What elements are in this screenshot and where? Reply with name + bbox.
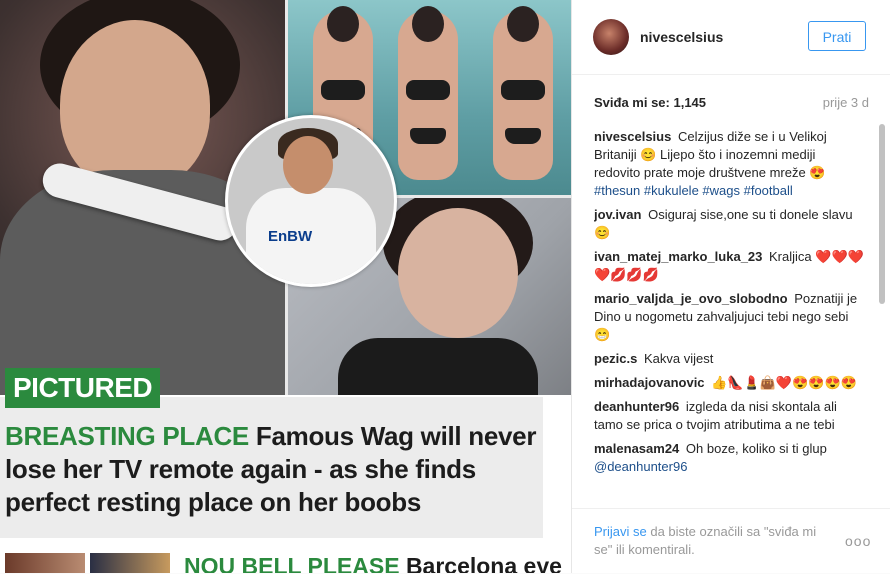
- post-footer: Prijavi se da biste označili sa "sviđa m…: [572, 508, 890, 574]
- comment: mirhadajovanovic 👍👠💄👜❤️😍😍😍😍: [594, 374, 864, 392]
- comments-list: nivescelsius Celzijus diže se i u Veliko…: [594, 128, 864, 506]
- username-link[interactable]: nivescelsius: [640, 29, 723, 45]
- comment: jov.ivan Osiguraj sise,one su ti donele …: [594, 206, 864, 242]
- comments-scrollbar[interactable]: [879, 124, 885, 304]
- article-headline: BREASTING PLACE Famous Wag will never lo…: [5, 420, 550, 519]
- post-sidebar: nivescelsius Prati Sviđa mi se: 1,145 pr…: [571, 0, 890, 573]
- jersey-sponsor: EnBW: [268, 228, 313, 245]
- comment-user[interactable]: pezic.s: [594, 351, 637, 366]
- likes-row: Sviđa mi se: 1,145 prije 3 d: [594, 95, 869, 113]
- pool-figure: [493, 6, 553, 180]
- comment-user[interactable]: malenasam24: [594, 441, 679, 456]
- comment-text: Oh boze, koliko si ti glup: [685, 441, 827, 456]
- pool-figure: [398, 6, 458, 180]
- comment-mention[interactable]: @deanhunter96: [594, 459, 687, 474]
- pictured-badge: PICTURED: [5, 368, 161, 408]
- post-time[interactable]: prije 3 d: [823, 95, 869, 110]
- comment: deanhunter96 izgleda da nisi skontala al…: [594, 398, 864, 434]
- next-story-headline: NOU BELL PLEASE Barcelona eye: [184, 553, 562, 573]
- comment: pezic.s Kakva vijest: [594, 350, 864, 368]
- login-prompt: Prijavi se da biste označili sa "sviđa m…: [594, 523, 819, 559]
- login-link[interactable]: Prijavi se: [594, 524, 647, 539]
- comment: mario_valjda_je_ovo_slobodno Poznatiji j…: [594, 290, 864, 344]
- follow-button[interactable]: Prati: [808, 21, 866, 51]
- post-header: nivescelsius Prati: [572, 0, 890, 75]
- next-story-text: Barcelona eye: [405, 553, 562, 573]
- next-story-thumb: [5, 553, 85, 573]
- comment-user[interactable]: nivescelsius: [594, 129, 671, 144]
- comment-text: Kakva vijest: [643, 351, 714, 366]
- comment: nivescelsius Celzijus diže se i u Veliko…: [594, 128, 864, 200]
- comment-user[interactable]: ivan_matej_marko_luka_23: [594, 249, 762, 264]
- likes-count[interactable]: Sviđa mi se: 1,145: [594, 95, 706, 110]
- next-story-thumb: [90, 553, 170, 573]
- next-story: NOU BELL PLEASE Barcelona eye: [0, 553, 571, 573]
- post-image[interactable]: EnBW PICTURED BREASTING PLACE Famous Wag…: [0, 0, 571, 573]
- comment-user[interactable]: jov.ivan: [594, 207, 641, 222]
- comment-user[interactable]: deanhunter96: [594, 399, 679, 414]
- comment-hashtags[interactable]: #thesun #kukulele #wags #football: [594, 183, 793, 198]
- avatar[interactable]: [593, 19, 629, 55]
- comment: malenasam24 Oh boze, koliko si ti glup @…: [594, 440, 864, 476]
- comment-text: 👍👠💄👜❤️😍😍😍😍: [711, 375, 857, 390]
- photo-face: [60, 20, 210, 190]
- comment-user[interactable]: mario_valjda_je_ovo_slobodno: [594, 291, 788, 306]
- comment-user[interactable]: mirhadajovanovic: [594, 375, 705, 390]
- article-headline-area: PICTURED BREASTING PLACE Famous Wag will…: [0, 368, 571, 538]
- footballer-inset: EnBW: [225, 115, 397, 287]
- comment: ivan_matej_marko_luka_23 Kraljica ❤️❤️❤️…: [594, 248, 864, 284]
- next-story-kicker: NOU BELL PLEASE: [184, 553, 400, 573]
- more-options-icon[interactable]: ooo: [845, 533, 871, 549]
- headline-kicker: BREASTING PLACE: [5, 421, 249, 451]
- photo-collage: EnBW: [0, 0, 571, 395]
